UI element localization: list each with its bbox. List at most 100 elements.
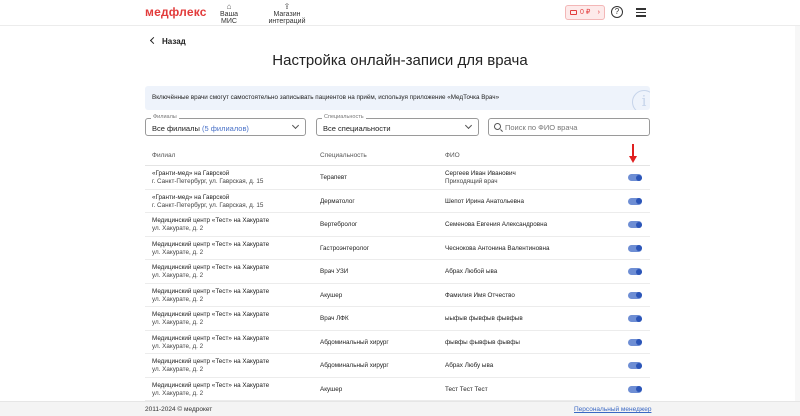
online-booking-toggle[interactable] — [628, 291, 642, 299]
scrollbar[interactable] — [795, 26, 800, 401]
row-address: г. Санкт-Петербург, ул. Гаврская, д. 15 — [152, 201, 264, 209]
home-plus-icon: ⌂ — [226, 2, 232, 11]
row-specialty: Врач УЗИ — [320, 268, 349, 275]
doctor-table-body: «Гранти-мед» на Гаврской г. Санкт-Петерб… — [145, 166, 650, 401]
footer: 2011-2024 © медрокет Персональный менедж… — [0, 401, 800, 416]
table-row: «Гранти-мед» на Гаврской г. Санкт-Петерб… — [145, 190, 650, 213]
nav-item-mis[interactable]: ⌂ Ваша МИС — [212, 2, 246, 25]
online-booking-toggle[interactable] — [628, 385, 642, 393]
row-specialty: Гастроэнтеролог — [320, 244, 370, 252]
branch-select[interactable]: Филиалы Все филиалы (5 филиалов) — [145, 114, 306, 136]
row-doctor-name: Фамилия Имя Отчество — [445, 291, 515, 299]
row-address: ул. Хакурате, д. 2 — [152, 366, 204, 373]
row-branch: «Гранти-мед» на Гаврской — [152, 193, 230, 201]
row-doctor-name: ыыфыв фывфыв фывфыв — [445, 315, 523, 322]
specialty-select-label: Специальность — [322, 114, 366, 120]
personal-manager-link[interactable]: Персональный менеджер — [574, 406, 651, 413]
row-branch: Медицинский центр «Тест» на Хакурате — [152, 358, 270, 365]
row-address: ул. Хакурате, д. 2 — [152, 272, 204, 279]
row-doctor-name: Тест Тест Тест — [445, 385, 488, 393]
wallet-icon — [570, 10, 577, 15]
column-header-branch: Филиал — [152, 152, 176, 159]
table-row: Медицинский центр «Тест» на Хакурате ул.… — [145, 378, 650, 401]
specialty-select[interactable]: Специальность Все специальности — [316, 114, 479, 136]
info-icon: i — [632, 90, 650, 110]
row-doctor-name: Семенова Евгения Александровна — [445, 221, 548, 228]
row-address: ул. Хакурате, д. 2 — [152, 225, 204, 232]
online-booking-toggle[interactable] — [628, 315, 642, 322]
branch-select-label: Филиалы — [151, 114, 179, 120]
top-navigation: медфлекс ⌂ Ваша МИС ⇪ Магазин интеграций… — [0, 0, 800, 26]
chevron-down-icon — [291, 121, 300, 130]
row-specialty: Терапевт — [320, 174, 348, 181]
row-address: ул. Хакурате, д. 2 — [152, 342, 204, 350]
specialty-select-value: Все специальности — [323, 123, 391, 133]
nav-item-label: Ваша МИС — [219, 11, 239, 25]
column-header-name: ФИО — [445, 152, 460, 159]
help-icon[interactable]: ? — [611, 6, 623, 18]
search-icon — [494, 123, 501, 130]
row-address: г. Санкт-Петербург, ул. Гаврская, д. 15 — [152, 178, 264, 185]
row-branch: Медицинский центр «Тест» на Хакурате — [152, 381, 270, 389]
row-specialty: Вертебролог — [320, 221, 358, 228]
table-row: Медицинский центр «Тест» на Хакурате ул.… — [145, 237, 650, 260]
online-booking-toggle[interactable] — [628, 244, 642, 252]
online-booking-toggle[interactable] — [628, 268, 642, 275]
copyright: 2011-2024 © медрокет — [145, 406, 213, 413]
online-booking-toggle[interactable] — [628, 174, 642, 181]
row-doctor-name: Чеснокова Антонина Валентиновна — [445, 244, 550, 252]
row-branch: Медицинский центр «Тест» на Хакурате — [152, 240, 270, 248]
table-row: Медицинский центр «Тест» на Хакурате ул.… — [145, 260, 650, 284]
table-row: Медицинский центр «Тест» на Хакурате ул.… — [145, 213, 650, 237]
chevron-down-icon — [464, 121, 473, 130]
row-doctor-name: Шепот Ирина Анатольевна — [445, 197, 524, 205]
chevron-left-icon — [149, 36, 158, 45]
row-specialty: Абдоминальный хирург — [320, 338, 389, 346]
doctor-search-input[interactable] — [505, 122, 645, 133]
row-address: ул. Хакурате, д. 2 — [152, 248, 204, 256]
row-specialty: Акушер — [320, 385, 343, 393]
row-branch: Медицинский центр «Тест» на Хакурате — [152, 334, 270, 342]
table-row: «Гранти-мед» на Гаврской г. Санкт-Петерб… — [145, 166, 650, 190]
doctor-search-field[interactable] — [488, 118, 650, 136]
back-label: Назад — [162, 37, 186, 46]
row-specialty: Акушер — [320, 291, 343, 299]
menu-icon[interactable] — [636, 8, 646, 19]
table-row: Медицинский центр «Тест» на Хакурате ул.… — [145, 354, 650, 378]
row-branch: Медицинский центр «Тест» на Хакурате — [152, 217, 270, 224]
share-icon: ⇪ — [283, 2, 291, 11]
branch-select-value: Все филиалы (5 филиалов) — [152, 123, 249, 133]
table-header: Филиал Специальность ФИО — [145, 146, 650, 166]
row-address: ул. Хакурате, д. 2 — [152, 389, 204, 397]
row-branch: Медицинский центр «Тест» на Хакурате — [152, 311, 270, 318]
row-doctor-name: фывфы фывфыв фывфы — [445, 338, 520, 346]
page-title: Настройка онлайн-записи для врача — [272, 52, 528, 69]
chevron-right-icon: › — [597, 9, 600, 16]
row-specialty: Дерматолог — [320, 197, 355, 205]
table-row: Медицинский центр «Тест» на Хакурате ул.… — [145, 331, 650, 354]
column-header-specialty: Специальность — [320, 152, 367, 159]
row-branch: Медицинский центр «Тест» на Хакурате — [152, 287, 270, 295]
nav-item-label: Магазин интеграций — [268, 11, 306, 25]
back-button[interactable]: Назад — [149, 36, 186, 46]
online-booking-toggle[interactable] — [628, 221, 642, 228]
online-booking-toggle[interactable] — [628, 338, 642, 346]
row-branch: Медицинский центр «Тест» на Хакурате — [152, 264, 270, 271]
row-address: ул. Хакурате, д. 2 — [152, 295, 204, 303]
row-specialty: Абдоминальный хирург — [320, 362, 389, 369]
info-banner: Включённые врачи смогут самостоятельно з… — [145, 86, 650, 110]
row-doctor-name: Сергеев Иван Иванович — [445, 170, 516, 177]
row-doctor-name: Абрах Любу ыва — [445, 362, 494, 369]
balance-button[interactable]: 0 ₽ › — [565, 5, 605, 20]
logo[interactable]: медфлекс — [145, 5, 207, 19]
balance-value: 0 ₽ — [580, 9, 591, 16]
table-row: Медицинский центр «Тест» на Хакурате ул.… — [145, 307, 650, 331]
row-specialty: Врач ЛФК — [320, 315, 349, 322]
online-booking-toggle[interactable] — [628, 197, 642, 205]
row-doctor-name: Абрах Любой ыва — [445, 268, 498, 275]
nav-item-integrations[interactable]: ⇪ Магазин интеграций — [256, 2, 318, 25]
online-booking-toggle[interactable] — [628, 362, 642, 369]
row-branch: «Гранти-мед» на Гаврской — [152, 170, 230, 177]
table-row: Медицинский центр «Тест» на Хакурате ул.… — [145, 284, 650, 307]
annotation-arrow — [629, 144, 637, 164]
